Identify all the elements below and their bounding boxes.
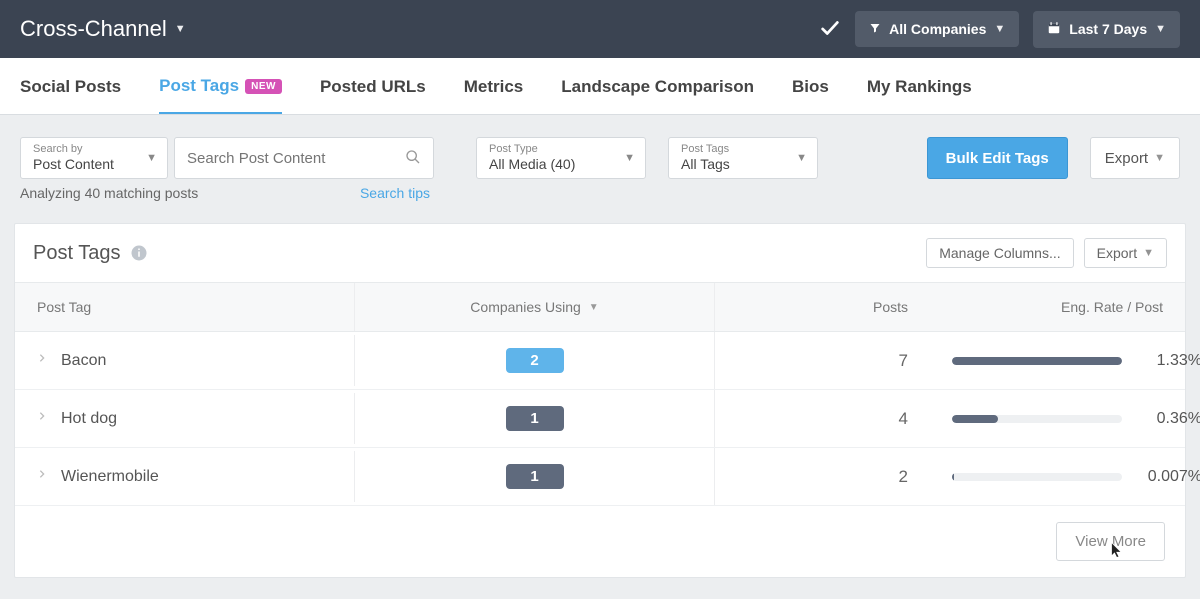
page-title[interactable]: Cross-Channel xyxy=(20,16,167,42)
search-by-select[interactable]: Search by Post Content ▼ xyxy=(20,137,168,179)
panel-title: Post Tags xyxy=(33,242,148,265)
filter-bar: Search by Post Content ▼ Analyzing 40 ma… xyxy=(0,115,1200,211)
chevron-down-icon: ▼ xyxy=(624,152,635,164)
tab-my-rankings[interactable]: My Rankings xyxy=(867,58,972,114)
view-more-button[interactable]: View More xyxy=(1056,522,1165,561)
tag-name: Bacon xyxy=(61,352,106,370)
bulk-edit-tags-button[interactable]: Bulk Edit Tags xyxy=(927,137,1068,179)
manage-columns-button[interactable]: Manage Columns... xyxy=(926,238,1073,268)
eng-rate-value: 0.007% xyxy=(1140,468,1200,486)
eng-rate-value: 0.36% xyxy=(1140,410,1200,428)
posts-count: 2 xyxy=(715,451,930,503)
companies-count-pill: 1 xyxy=(506,464,564,489)
col-companies-using[interactable]: Companies Using ▼ xyxy=(355,283,715,331)
post-tags-panel: Post Tags Manage Columns... Export ▼ Pos… xyxy=(14,223,1186,578)
companies-filter-button[interactable]: All Companies ▼ xyxy=(855,11,1019,47)
tag-name: Wienermobile xyxy=(61,468,159,486)
post-type-select[interactable]: Post Type All Media (40) ▼ xyxy=(476,137,646,179)
tab-post-tags[interactable]: Post Tags NEW xyxy=(159,58,282,114)
col-post-tag[interactable]: Post Tag xyxy=(15,283,355,331)
chevron-down-icon: ▼ xyxy=(796,152,807,164)
checkmark-icon[interactable] xyxy=(819,17,841,42)
expand-chevron-icon[interactable] xyxy=(37,409,47,428)
table-row: Bacon 2 7 1.33% xyxy=(15,332,1185,390)
expand-chevron-icon[interactable] xyxy=(37,351,47,370)
search-input-wrapper[interactable] xyxy=(174,137,434,179)
col-eng-rate[interactable]: Eng. Rate / Post xyxy=(930,283,1185,331)
tab-bar: Social Posts Post Tags NEW Posted URLs M… xyxy=(0,58,1200,115)
chevron-down-icon[interactable]: ▼ xyxy=(175,23,186,35)
date-range-label: Last 7 Days xyxy=(1069,21,1147,37)
eng-rate-bar xyxy=(952,473,1122,481)
panel-export-button[interactable]: Export ▼ xyxy=(1084,238,1167,268)
tag-name: Hot dog xyxy=(61,410,117,428)
app-header: Cross-Channel ▼ All Companies ▼ Last 7 D… xyxy=(0,0,1200,58)
chevron-down-icon: ▼ xyxy=(994,23,1005,35)
chevron-down-icon: ▼ xyxy=(1154,152,1165,164)
col-posts[interactable]: Posts xyxy=(715,283,930,331)
post-tags-select[interactable]: Post Tags All Tags ▼ xyxy=(668,137,818,179)
analyzing-status: Analyzing 40 matching posts xyxy=(20,185,198,201)
tab-landscape[interactable]: Landscape Comparison xyxy=(561,58,754,114)
posts-count: 7 xyxy=(715,335,930,387)
tab-metrics[interactable]: Metrics xyxy=(464,58,524,114)
export-button[interactable]: Export ▼ xyxy=(1090,137,1180,179)
chevron-down-icon: ▼ xyxy=(146,152,157,164)
eng-rate-bar xyxy=(952,415,1122,423)
companies-count-pill: 1 xyxy=(506,406,564,431)
search-tips-link[interactable]: Search tips xyxy=(360,185,430,201)
eng-rate-bar xyxy=(952,357,1122,365)
search-input[interactable] xyxy=(187,150,387,167)
tab-posted-urls[interactable]: Posted URLs xyxy=(320,58,426,114)
eng-rate-value: 1.33% xyxy=(1140,352,1200,370)
sort-desc-icon: ▼ xyxy=(589,302,599,313)
table-row: Wienermobile 1 2 0.007% xyxy=(15,448,1185,506)
companies-filter-label: All Companies xyxy=(889,21,986,37)
date-range-button[interactable]: Last 7 Days ▼ xyxy=(1033,11,1180,48)
search-icon[interactable] xyxy=(405,149,421,168)
expand-chevron-icon[interactable] xyxy=(37,467,47,486)
tab-bios[interactable]: Bios xyxy=(792,58,829,114)
filter-icon xyxy=(869,21,881,37)
new-badge: NEW xyxy=(245,79,282,94)
info-icon[interactable] xyxy=(130,244,148,262)
calendar-icon xyxy=(1047,21,1061,38)
table-header: Post Tag Companies Using ▼ Posts Eng. Ra… xyxy=(15,282,1185,332)
tab-social-posts[interactable]: Social Posts xyxy=(20,58,121,114)
table-row: Hot dog 1 4 0.36% xyxy=(15,390,1185,448)
chevron-down-icon: ▼ xyxy=(1155,23,1166,35)
companies-count-pill: 2 xyxy=(506,348,564,373)
chevron-down-icon: ▼ xyxy=(1143,247,1154,259)
posts-count: 4 xyxy=(715,393,930,445)
